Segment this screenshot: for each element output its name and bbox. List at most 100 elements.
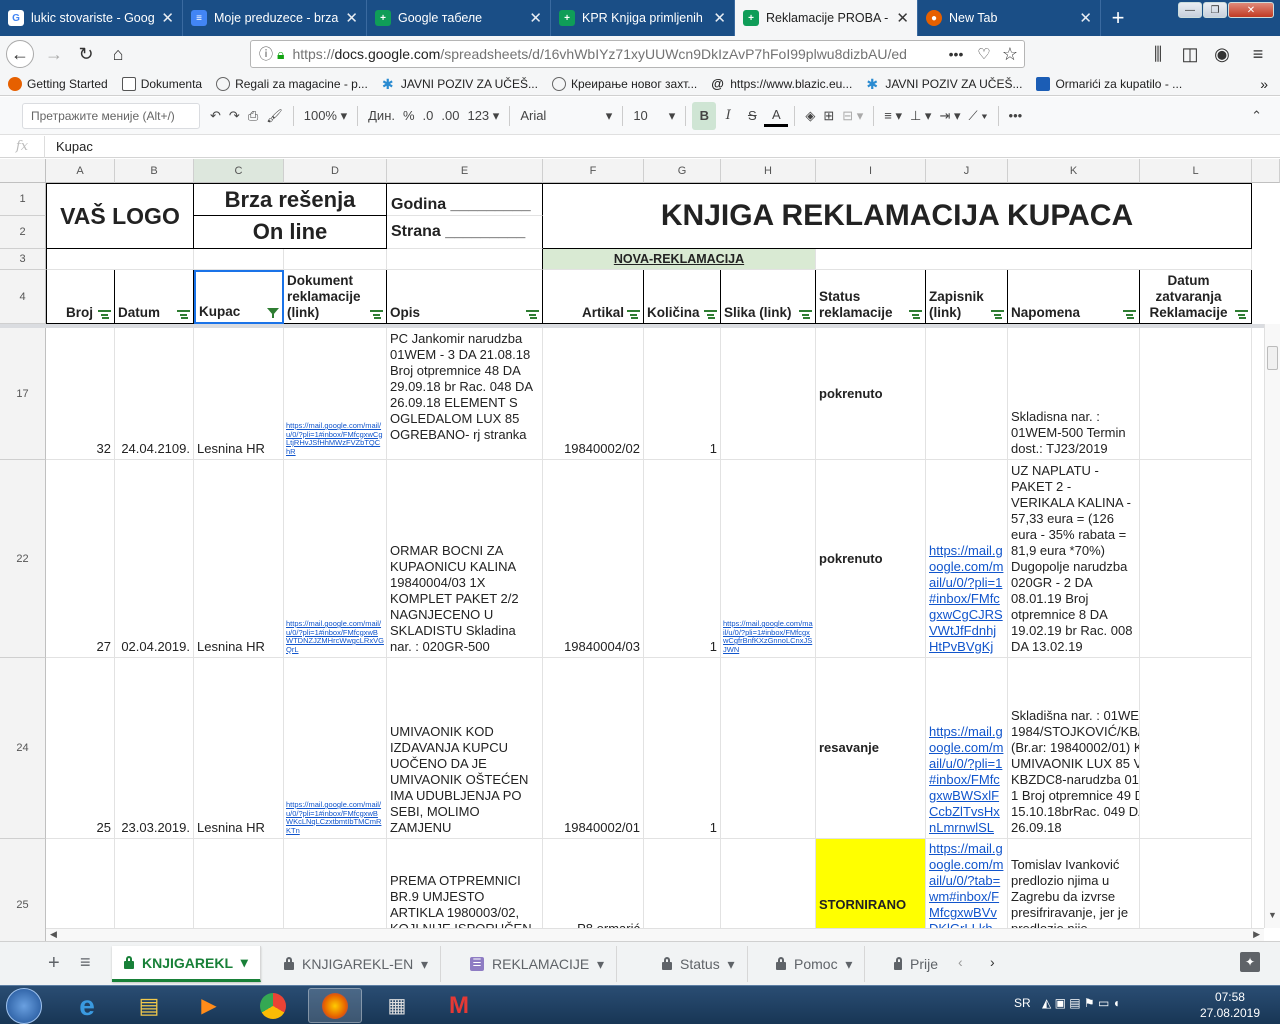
cell-slika[interactable] — [721, 328, 816, 460]
cell-napomena[interactable]: Tomislav Ivanković predlozio njima u Zag… — [1008, 839, 1140, 941]
cell-kolicina[interactable]: 1 — [644, 460, 721, 658]
row-header[interactable]: 4 — [0, 270, 46, 324]
cell-datum[interactable]: 24.04.2109. — [115, 328, 194, 460]
all-sheets-icon[interactable]: ≡ — [80, 952, 91, 973]
close-window-button[interactable]: ✕ — [1228, 2, 1274, 18]
cell-kupac[interactable]: Lesnina HR — [194, 658, 284, 839]
text-color-button[interactable]: A — [764, 105, 789, 127]
print-icon[interactable]: ⎙ — [244, 102, 262, 130]
browser-tab-4[interactable]: + KPR Knjiga primljenih r ✕ — [551, 0, 735, 36]
column-title-datum-zatvaranja[interactable]: Datum zatvaranja Reklamacije — [1140, 270, 1252, 324]
info-icon[interactable]: ⓘ — [259, 44, 273, 64]
cell-zapisnik[interactable]: https://mail.google.com/mail/u/0/?pli=1#… — [926, 460, 1008, 658]
bookmark-item[interactable]: ✱ JAVNI POZIV ZA UČEŠ... — [382, 77, 538, 91]
cell-dokument[interactable]: https://mail.google.com/mail/u/0/?pli=1#… — [284, 658, 387, 839]
cell-artikal[interactable]: P8 ormarić — [543, 839, 644, 941]
close-icon[interactable]: ✕ — [529, 9, 542, 27]
firefox-taskbar-icon[interactable] — [308, 988, 362, 1023]
column-title-dokument[interactable]: Dokument reklamacije (link) — [284, 270, 387, 324]
reload-button[interactable]: ↻ — [72, 40, 100, 68]
start-button[interactable] — [6, 988, 42, 1024]
sidebar-icon[interactable]: ◫ — [1176, 40, 1204, 68]
cell-datum[interactable] — [115, 839, 194, 941]
browser-tab-2[interactable]: ≡ Moje preduzece - brza ✕ — [183, 0, 367, 36]
explore-icon[interactable]: ✦ — [1240, 952, 1260, 972]
bookmark-item[interactable]: Regali za magacine - p... — [216, 76, 368, 91]
menu-search-input[interactable]: Претражите меније (Alt+/) — [22, 102, 200, 129]
filter-icon[interactable] — [799, 310, 812, 319]
empty-cell[interactable] — [46, 249, 194, 270]
cell-kupac[interactable] — [194, 839, 284, 941]
chrome-icon[interactable] — [246, 988, 300, 1023]
cell-artikal[interactable]: 19840002/02 — [543, 328, 644, 460]
chevron-right-icon[interactable]: › — [990, 954, 995, 970]
filter-icon[interactable] — [704, 310, 717, 319]
dokument-link[interactable]: https://mail.google.com/mail/u/0/?pli=1#… — [286, 800, 384, 835]
empty-cell[interactable] — [194, 249, 284, 270]
paint-format-icon[interactable]: 🖌︎ — [262, 102, 287, 130]
cell-status[interactable]: pokrenuto — [816, 460, 926, 658]
sheet-tab-reklamacije[interactable]: ☰ REKLAMACIJE ▾ — [458, 946, 618, 982]
column-header-i[interactable]: I — [816, 159, 926, 183]
horizontal-scrollbar[interactable]: ◀ ▶ — [46, 928, 1264, 941]
zapisnik-link[interactable]: https://mail.google.com/mail/u/0/?tab=wm… — [929, 841, 1003, 936]
pocket-icon[interactable]: ♡ — [970, 40, 998, 68]
cell-opis[interactable]: UMIVAONIK KOD IZDAVANJA KUPCU UOČENO DA … — [387, 658, 543, 839]
cell-status[interactable]: resavanje — [816, 658, 926, 839]
scroll-left-icon[interactable]: ◀ — [50, 929, 57, 940]
cell-broj[interactable]: 27 — [46, 460, 115, 658]
tray-icons[interactable]: ◭ ▣ ▤ ⚑ ▭ ◖ — [1042, 996, 1120, 1010]
sheet-tab-knjigarekl[interactable]: KNJIGAREKL ▾ — [112, 946, 261, 982]
empty-cell[interactable] — [816, 249, 1252, 270]
column-header-e[interactable]: E — [387, 159, 543, 183]
scrollbar-thumb[interactable] — [1267, 346, 1278, 370]
column-title-slika[interactable]: Slika (link) — [721, 270, 816, 324]
merge-cells-icon[interactable]: ⊟ ▾ — [838, 102, 867, 130]
account-icon[interactable]: ◉ — [1208, 40, 1236, 68]
column-title-status[interactable]: Status reklamacije — [816, 270, 926, 324]
file-explorer-icon[interactable]: ▤ — [122, 988, 176, 1023]
cell-opis[interactable]: PREMA OTPREMNICI BR.9 UMJESTO ARTIKLA 19… — [387, 839, 543, 941]
language-indicator[interactable]: SR — [1014, 996, 1031, 1010]
slika-link[interactable]: https://mail.google.com/mail/u/0/?pli=1#… — [723, 619, 813, 654]
more-formats-button[interactable]: 123 ▾ — [463, 102, 503, 130]
bookmark-item[interactable]: Креирање новог захт... — [551, 76, 697, 91]
filter-icon[interactable] — [177, 310, 190, 319]
increase-decimals-button[interactable]: .00 — [437, 102, 463, 130]
cell-zapisnik[interactable]: https://mail.google.com/mail/u/0/?tab=wm… — [926, 839, 1008, 941]
more-options-icon[interactable]: ••• — [1005, 102, 1027, 130]
currency-button[interactable]: Дин. — [364, 102, 399, 130]
cell-napomena[interactable]: UZ NAPLATU - PAKET 2 - VERIKALA KALINA -… — [1008, 460, 1140, 658]
bookmark-item[interactable]: @ https://www.blazic.eu... — [711, 76, 852, 91]
media-player-icon[interactable]: ▶ — [182, 988, 236, 1023]
bookmark-star-icon[interactable]: ☆ — [996, 40, 1024, 68]
browser-tab-1[interactable]: G lukic stovariste - Googl ✕ — [0, 0, 183, 36]
sheet-tab-prije[interactable]: Prije — [882, 946, 950, 982]
column-title-kolicina[interactable]: Količina — [644, 270, 721, 324]
cell-opis[interactable]: ORMAR BOCNI ZA KUPAONICU KALINA 19840004… — [387, 460, 543, 658]
formula-input[interactable]: Kupac — [56, 139, 1280, 154]
borders-icon[interactable]: ⊞ — [819, 102, 838, 130]
zoom-select[interactable]: 100% ▾ — [300, 102, 351, 130]
bookmark-item[interactable]: Dokumenta — [121, 76, 202, 91]
bookmark-item[interactable]: Ormarići za kupatilo - ... — [1036, 76, 1182, 91]
filter-icon[interactable] — [1235, 310, 1248, 319]
browser-tab-5[interactable]: + Reklamacije PROBA - G ✕ — [735, 0, 918, 36]
align-vertical-icon[interactable]: ⊥ ▾ — [906, 102, 935, 130]
row-header[interactable]: 3 — [0, 249, 46, 270]
row-header[interactable]: 1 — [0, 183, 46, 216]
app-m-icon[interactable]: M — [432, 988, 486, 1023]
bookmark-item[interactable]: Getting Started — [8, 76, 108, 91]
text-rotate-icon[interactable]: ⟋ ▾ — [964, 102, 991, 130]
cell-datum[interactable]: 02.04.2019. — [115, 460, 194, 658]
filter-active-icon[interactable] — [267, 308, 279, 318]
column-title-broj[interactable]: Broj — [46, 270, 115, 324]
internet-explorer-icon[interactable]: e — [60, 988, 114, 1023]
nova-reklamacija-label[interactable]: NOVA-REKLAMACIJA — [543, 249, 816, 270]
close-icon[interactable]: ✕ — [713, 9, 726, 27]
scroll-down-icon[interactable]: ▼ — [1268, 910, 1277, 920]
column-header-j[interactable]: J — [926, 159, 1008, 183]
column-title-napomena[interactable]: Napomena — [1008, 270, 1140, 324]
close-icon[interactable]: ✕ — [345, 9, 358, 27]
fill-color-icon[interactable]: ◈ — [801, 102, 819, 130]
